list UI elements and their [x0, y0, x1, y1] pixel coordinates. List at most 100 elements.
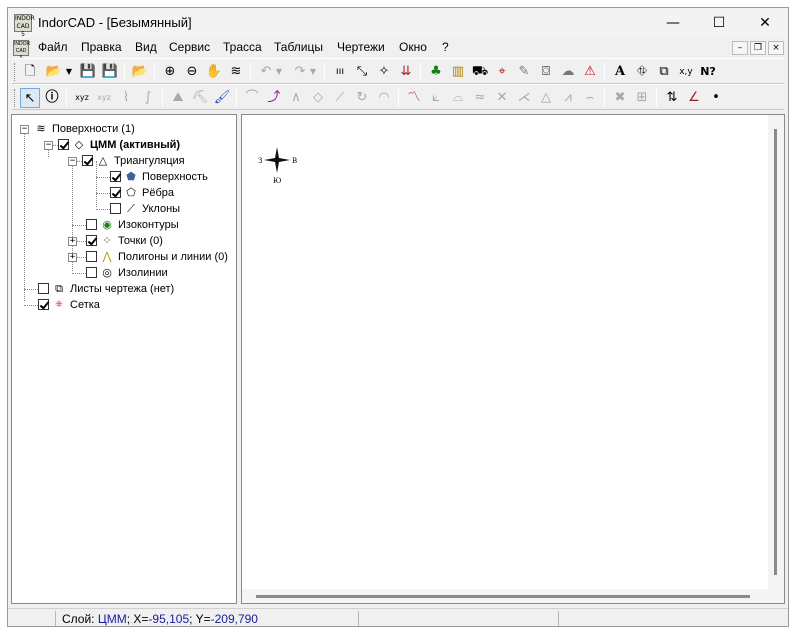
coordinate-icon[interactable]: x,y — [676, 62, 696, 82]
redo-icon[interactable]: ↷ — [290, 62, 310, 82]
tree-item-surfaces[interactable]: ≋ Поверхности (1) — [34, 121, 134, 137]
xyz-curve-icon[interactable]: ∫ — [138, 88, 158, 108]
menu-tables[interactable]: Таблицы — [274, 40, 323, 54]
visibility-checkbox[interactable] — [110, 186, 121, 198]
tree-item-sheets[interactable]: ⧉ Листы чертежа (нет) — [38, 281, 174, 297]
tree-item-surface[interactable]: ⬟ Поверхность — [110, 169, 208, 185]
mdi-restore-button[interactable]: ❐ — [750, 41, 766, 55]
toolbar-grip[interactable] — [14, 63, 17, 81]
vertical-scrollbar[interactable] — [768, 115, 784, 589]
tree-item-polygons[interactable]: ⋀ Полигоны и линии (0) — [86, 249, 228, 265]
bridge-icon[interactable]: ⌢ — [580, 88, 600, 108]
pan-hand-icon[interactable]: ✋ — [204, 62, 224, 82]
delete-point-icon[interactable]: ✖ — [610, 88, 630, 108]
minimize-button[interactable]: — — [650, 8, 696, 38]
info-icon[interactable]: ⓘ — [42, 88, 62, 108]
building-icon[interactable]: ▥ — [448, 62, 468, 82]
menu-help[interactable]: ? — [442, 40, 449, 54]
zoom-out-icon[interactable]: ⊖ — [182, 62, 202, 82]
copy-sheet-icon[interactable]: ⧉ — [654, 62, 674, 82]
tree-icon[interactable]: ♣ — [426, 62, 446, 82]
close-button[interactable]: ✕ — [742, 8, 788, 38]
undo-dropdown-icon[interactable]: ▼ — [274, 62, 284, 82]
terrain-icon[interactable]: ⌓ — [448, 88, 468, 108]
snap-icon[interactable]: ✧ — [374, 62, 394, 82]
visibility-checkbox[interactable] — [82, 154, 93, 166]
document-icon[interactable]: INDOR CAD 5 — [13, 40, 30, 61]
visibility-checkbox[interactable] — [86, 234, 97, 246]
rotate-icon[interactable]: ↻ — [352, 88, 372, 108]
toolbar-grip[interactable] — [14, 89, 17, 107]
visibility-checkbox[interactable] — [38, 282, 49, 294]
cloud-icon[interactable]: ☁ — [558, 62, 578, 82]
breakline-add-icon[interactable]: ⤴ — [264, 88, 284, 108]
triangle-icon[interactable]: △ — [536, 88, 556, 108]
visibility-checkbox[interactable] — [86, 266, 97, 278]
surface-build-icon[interactable]: ⛰ — [168, 88, 188, 108]
horizontal-scrollbar[interactable] — [242, 589, 768, 603]
profile-icon[interactable]: 〽 — [404, 88, 424, 108]
visibility-checkbox[interactable] — [58, 138, 69, 150]
dot-icon[interactable]: • — [706, 88, 726, 108]
survey-point-icon[interactable]: ⌖ — [492, 62, 512, 82]
brush-icon[interactable]: 🖌 — [212, 88, 232, 108]
menu-window[interactable]: Окно — [399, 40, 427, 54]
undo-icon[interactable]: ↶ — [256, 62, 276, 82]
xyz-point-icon[interactable]: xyz — [72, 88, 92, 108]
mdi-minimize-button[interactable]: – — [732, 41, 748, 55]
redo-dropdown-icon[interactable]: ▼ — [308, 62, 318, 82]
import-icon[interactable]: ⇊ — [396, 62, 416, 82]
arc-icon[interactable]: ◠ — [374, 88, 394, 108]
wave-icon[interactable]: ≈ — [470, 88, 490, 108]
flip-icon[interactable]: ⇅ — [662, 88, 682, 108]
slope-icon[interactable]: ⟀ — [426, 88, 446, 108]
tree-item-isolines[interactable]: ◎ Изолинии — [86, 265, 168, 281]
layers-icon[interactable]: ≋ — [226, 62, 246, 82]
car-icon[interactable]: ⛟ — [470, 62, 490, 82]
menu-drawings[interactable]: Чертежи — [337, 40, 385, 54]
xyz-points-icon[interactable]: xyz — [94, 88, 114, 108]
fence-icon[interactable]: ⊞ — [632, 88, 652, 108]
new-file-icon[interactable]: 🗋 — [20, 62, 40, 82]
visibility-checkbox[interactable] — [38, 298, 49, 310]
breakline-icon[interactable]: ⌒ — [242, 88, 262, 108]
angle-icon[interactable]: ∠ — [684, 88, 704, 108]
app-logo-icon[interactable]: INDOR CAD 5 — [14, 14, 35, 38]
xyz-polyline-icon[interactable]: ⌇ — [116, 88, 136, 108]
warning-icon[interactable]: ⚠ — [580, 62, 600, 82]
tree-item-isocontours[interactable]: ◉ Изоконтуры — [86, 217, 179, 233]
zigzag-icon[interactable]: ⩘ — [558, 88, 578, 108]
collapse-toggle[interactable]: − — [20, 125, 29, 134]
zoom-in-icon[interactable]: ⊕ — [160, 62, 180, 82]
ruler-icon[interactable]: ııı — [330, 62, 350, 82]
tree-item-grid[interactable]: ⁜ Сетка — [38, 297, 100, 313]
expand-toggle[interactable]: + — [68, 237, 77, 246]
menu-service[interactable]: Сервис — [169, 40, 210, 54]
help-cursor-icon[interactable]: N? — [698, 62, 718, 82]
road-sign-icon[interactable]: ⛗ — [632, 62, 652, 82]
camera-icon[interactable]: ⌼ — [536, 62, 556, 82]
scrollbar-thumb[interactable] — [774, 129, 777, 575]
select-arrow-icon[interactable]: ↖ — [20, 88, 40, 108]
visibility-checkbox[interactable] — [86, 250, 97, 262]
split-icon[interactable]: ⋌ — [514, 88, 534, 108]
constraint-icon[interactable]: ◇ — [308, 88, 328, 108]
measure-line-icon[interactable]: ⤡ — [352, 62, 372, 82]
maximize-button[interactable]: ☐ — [696, 8, 742, 38]
collapse-toggle[interactable]: − — [44, 141, 53, 150]
scrollbar-thumb[interactable] — [256, 595, 750, 598]
edit-point-icon[interactable]: ✎ — [514, 62, 534, 82]
open-folder-icon[interactable]: 📂 — [44, 62, 64, 82]
open-project-icon[interactable]: 📂 — [130, 62, 150, 82]
tree-item-triangulation[interactable]: △ Триангуляция — [82, 153, 185, 169]
mdi-close-button[interactable]: × — [768, 41, 784, 55]
tree-item-slopes[interactable]: ⟋ Уклоны — [110, 201, 180, 217]
menu-view[interactable]: Вид — [135, 40, 157, 54]
menu-route[interactable]: Трасса — [223, 40, 262, 54]
tree-item-dtm[interactable]: ◇ ЦММ (активный) — [58, 137, 180, 153]
line-edit-icon[interactable]: ⟋ — [330, 88, 350, 108]
tree-item-edges[interactable]: ⬠ Рёбра — [110, 185, 174, 201]
save-all-icon[interactable]: 💾 — [100, 62, 120, 82]
cross-icon[interactable]: ✕ — [492, 88, 512, 108]
collapse-toggle[interactable]: − — [68, 157, 77, 166]
